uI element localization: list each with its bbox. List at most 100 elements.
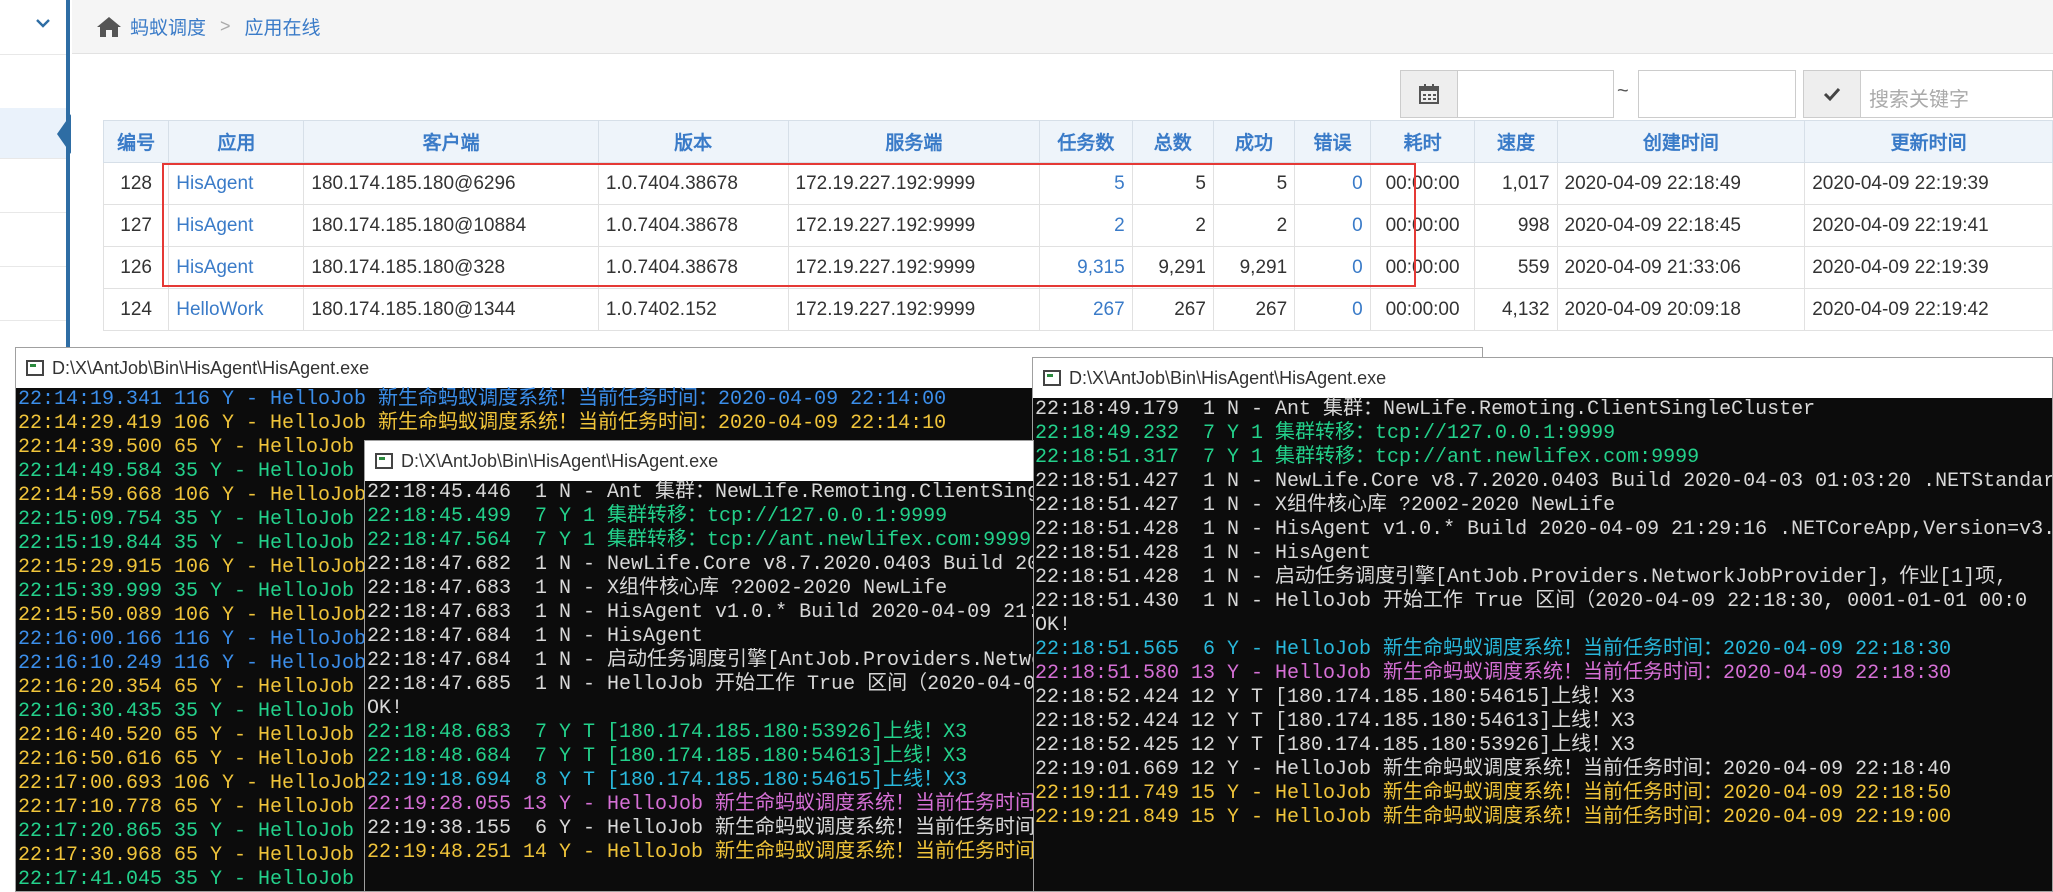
console-line: 22:18:51.428 1 N - HisAgent v1.0.* Build… (1035, 518, 2053, 541)
console-app-icon (1043, 370, 1061, 386)
col-header-speed[interactable]: 速度 (1474, 120, 1558, 163)
console-window-2[interactable]: D:\X\AntJob\Bin\HisAgent\HisAgent.exe 22… (364, 440, 1034, 892)
col-header-updated[interactable]: 更新时间 (1804, 120, 2053, 163)
col-header-client[interactable]: 客户端 (303, 120, 599, 163)
console-line: 22:18:52.424 12 Y T [180.174.185.180:546… (1035, 686, 1636, 709)
console-line: 22:19:48.251 14 Y - HelloJob 新生命蚂蚁调度系统！当… (367, 841, 1034, 864)
console-line: 22:18:47.564 7 Y 1 集群转移：tcp://ant.newlif… (367, 529, 1032, 552)
breadcrumb-separator: > (220, 16, 231, 36)
cell-client: 180.174.185.180@1344 (303, 288, 599, 331)
console-line: 22:18:51.427 1 N - NewLife.Core v8.7.202… (1035, 470, 2053, 493)
cell-id: 128 (102, 162, 170, 205)
console-line: 22:18:49.232 7 Y 1 集群转移：tcp://127.0.0.1:… (1035, 422, 1616, 445)
col-header-errors[interactable]: 错误 (1294, 120, 1371, 163)
console-line: 22:18:45.499 7 Y 1 集群转移：tcp://127.0.0.1:… (367, 505, 948, 528)
col-header-tasks[interactable]: 任务数 (1039, 120, 1133, 163)
cell-id: 124 (102, 288, 170, 331)
cell-speed: 1,017 (1474, 162, 1558, 205)
cell-speed: 998 (1474, 204, 1558, 247)
date-range-separator: ~ (1617, 80, 1629, 102)
confirm-button[interactable] (1803, 70, 1861, 118)
checkmark-icon (1823, 87, 1841, 102)
home-icon[interactable] (96, 16, 122, 38)
calendar-button[interactable] (1400, 70, 1458, 118)
table-row: 124 HelloWork 180.174.185.180@1344 1.0.7… (102, 288, 2053, 331)
console-line: 22:19:01.669 12 Y - HelloJob 新生命蚂蚁调度系统！当… (1035, 758, 1952, 781)
calendar-icon (1419, 84, 1439, 104)
col-header-created[interactable]: 创建时间 (1556, 120, 1806, 163)
console-line: 22:18:51.428 1 N - 启动任务调度引擎[AntJob.Provi… (1035, 566, 2008, 589)
console-output: 22:18:49.179 1 N - Ant 集群：NewLife.Remoti… (1033, 398, 2052, 830)
console-app-icon (26, 360, 44, 376)
console-line: 22:18:51.565 6 Y - HelloJob 新生命蚂蚁调度系统！当前… (1035, 638, 1952, 661)
cell-updated: 2020-04-09 22:19:42 (1804, 288, 2053, 331)
cell-app-link[interactable]: HelloWork (168, 288, 305, 331)
console-line: 22:18:51.430 1 N - HelloJob 开始工作 True 区间… (1035, 590, 2028, 613)
console-line: 22:18:52.424 12 Y T [180.174.185.180:546… (1035, 710, 1636, 733)
console-line: 22:18:47.683 1 N - X组件核心库 ?2002-2020 New… (367, 577, 948, 600)
console-line: 22:18:51.427 1 N - X组件核心库 ?2002-2020 New… (1035, 494, 1616, 517)
cell-id: 127 (102, 204, 170, 247)
cell-version: 1.0.7402.152 (597, 288, 789, 331)
console-line: 22:18:47.683 1 N - HisAgent v1.0.* Build… (367, 601, 1034, 624)
console-line: 22:18:51.428 1 N - HisAgent (1035, 542, 1372, 565)
col-header-elapsed[interactable]: 耗时 (1369, 120, 1476, 163)
cell-speed: 559 (1474, 246, 1558, 289)
window-titlebar[interactable]: D:\X\AntJob\Bin\HisAgent\HisAgent.exe (365, 441, 1033, 481)
console-line: 22:19:18.694 8 Y T [180.174.185.180:5461… (367, 769, 968, 792)
col-header-server[interactable]: 服务端 (787, 120, 1041, 163)
console-line: 22:18:48.684 7 Y T [180.174.185.180:5461… (367, 745, 968, 768)
cell-updated: 2020-04-09 22:19:39 (1804, 162, 2053, 205)
table-header: 编号 应用 客户端 版本 服务端 任务数 总数 成功 错误 耗时 速度 创建时间… (102, 120, 2053, 163)
breadcrumb-root-link[interactable]: 蚂蚁调度 (130, 13, 206, 40)
console-line: 22:18:47.685 1 N - HelloJob 开始工作 True 区间… (367, 673, 1034, 696)
col-header-total[interactable]: 总数 (1131, 120, 1214, 163)
cell-updated: 2020-04-09 22:19:41 (1804, 204, 2053, 247)
console-line: 22:19:38.155 6 Y - HelloJob 新生命蚂蚁调度系统！当前… (367, 817, 1034, 840)
breadcrumb: 蚂蚁调度 > 应用在线 (72, 0, 2053, 54)
cell-elapsed: 00:00:00 (1369, 288, 1476, 331)
console-line: 22:18:48.683 7 Y T [180.174.185.180:5392… (367, 721, 968, 744)
cell-errors-link[interactable]: 0 (1294, 288, 1371, 331)
console-app-icon (375, 453, 393, 469)
cell-created: 2020-04-09 22:18:45 (1556, 204, 1806, 247)
console-line: 22:18:47.684 1 N - 启动任务调度引擎[AntJob.Provi… (367, 649, 1033, 672)
console-line: 22:18:45.446 1 N - Ant 集群：NewLife.Remoti… (367, 481, 1033, 504)
col-header-id[interactable]: 编号 (102, 120, 170, 163)
window-title: D:\X\AntJob\Bin\HisAgent\HisAgent.exe (401, 450, 719, 471)
console-line: 22:18:52.425 12 Y T [180.174.185.180:539… (1035, 734, 1636, 757)
window-title: D:\X\AntJob\Bin\HisAgent\HisAgent.exe (52, 357, 370, 378)
cell-created: 2020-04-09 20:09:18 (1556, 288, 1806, 331)
col-header-success[interactable]: 成功 (1212, 120, 1296, 163)
cell-speed: 4,132 (1474, 288, 1558, 331)
console-line: 22:19:28.055 13 Y - HelloJob 新生命蚂蚁调度系统！当… (367, 793, 1034, 816)
console-line: OK! (1035, 614, 1072, 637)
cell-created: 2020-04-09 21:33:06 (1556, 246, 1806, 289)
console-line: 22:19:11.749 15 Y - HelloJob 新生命蚂蚁调度系统！当… (1035, 782, 1952, 805)
console-line: OK! (367, 697, 404, 720)
cell-created: 2020-04-09 22:18:49 (1556, 162, 1806, 205)
console-line: 22:18:51.580 13 Y - HelloJob 新生命蚂蚁调度系统！当… (1035, 662, 1952, 685)
chevron-down-icon[interactable] (32, 12, 58, 38)
console-line: 22:18:47.682 1 N - NewLife.Core v8.7.202… (367, 553, 1033, 576)
col-header-app[interactable]: 应用 (168, 120, 305, 163)
search-input[interactable]: 搜索关键字 (1860, 70, 2053, 118)
window-title: D:\X\AntJob\Bin\HisAgent\HisAgent.exe (1069, 367, 1387, 388)
console-line: 22:19:21.849 15 Y - HelloJob 新生命蚂蚁调度系统！当… (1035, 806, 1952, 829)
cell-id: 126 (102, 246, 170, 289)
window-titlebar[interactable]: D:\X\AntJob\Bin\HisAgent\HisAgent.exe (1033, 358, 2052, 398)
cell-success: 267 (1212, 288, 1296, 331)
console-output: 22:18:45.446 1 N - Ant 集群：NewLife.Remoti… (365, 481, 1033, 865)
cell-updated: 2020-04-09 22:19:39 (1804, 246, 2053, 289)
breadcrumb-current[interactable]: 应用在线 (245, 13, 321, 40)
console-line: 22:18:47.684 1 N - HisAgent (367, 625, 704, 648)
console-line: 22:18:51.317 7 Y 1 集群转移：tcp://ant.newlif… (1035, 446, 1700, 469)
start-date-input[interactable] (1457, 70, 1614, 118)
cell-tasks-link[interactable]: 267 (1039, 288, 1133, 331)
end-date-input[interactable] (1638, 70, 1796, 118)
cell-server: 172.19.227.192:9999 (787, 288, 1041, 331)
cell-total: 267 (1131, 288, 1214, 331)
console-line: 22:18:49.179 1 N - Ant 集群：NewLife.Remoti… (1035, 398, 1816, 421)
console-window-3[interactable]: D:\X\AntJob\Bin\HisAgent\HisAgent.exe 22… (1032, 357, 2053, 892)
col-header-version[interactable]: 版本 (597, 120, 789, 163)
